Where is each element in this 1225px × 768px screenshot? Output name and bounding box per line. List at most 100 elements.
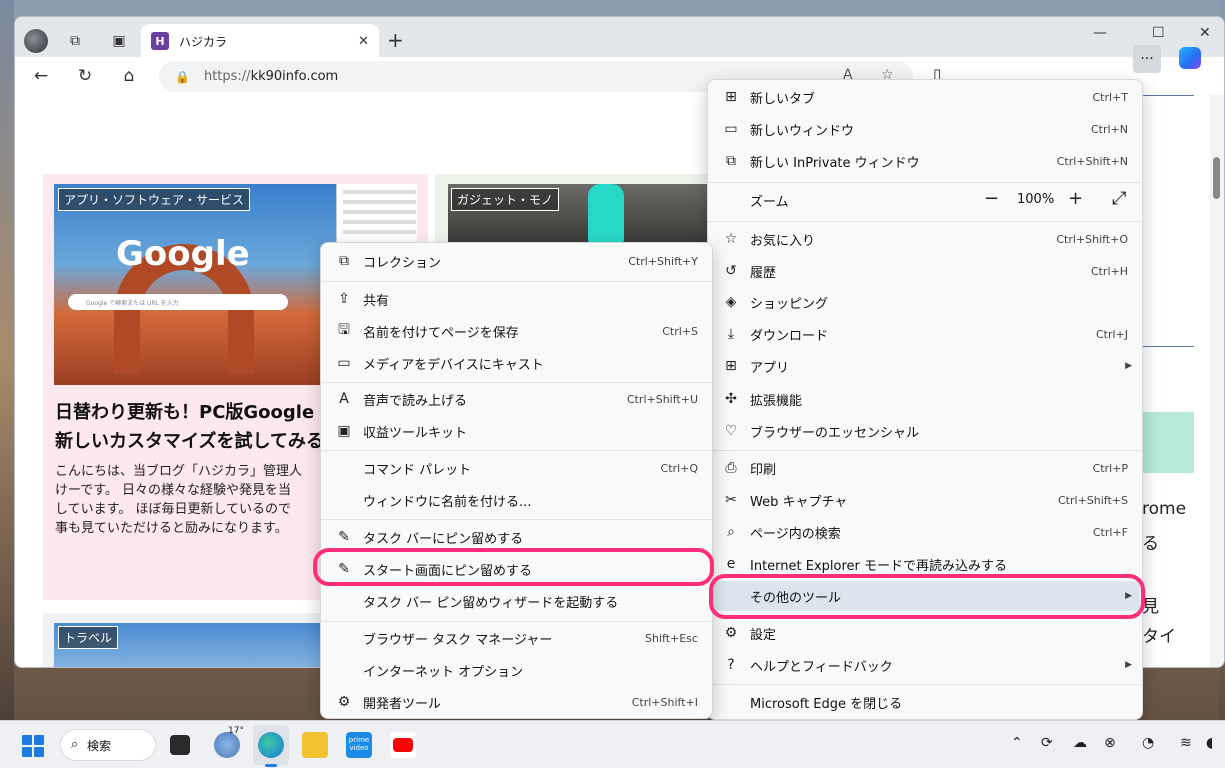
task-view-icon[interactable]	[170, 735, 190, 755]
lock-icon[interactable]: 🔒	[175, 70, 190, 84]
shopping-icon: ◈	[725, 294, 737, 310]
zoom-in-button[interactable]: +	[1068, 188, 1083, 209]
minimize-icon[interactable]: —	[1093, 25, 1107, 41]
close-circle-icon[interactable]: ⊗	[1104, 735, 1116, 751]
submenu-arrow-icon: ▶	[1125, 591, 1132, 601]
menu-item-apps[interactable]: ⊞ アプリ ▶	[708, 351, 1142, 381]
sidebar-green-block[interactable]	[1142, 412, 1194, 473]
fullscreen-icon[interactable]: ⤢	[1112, 188, 1126, 209]
menu-item-more-tools[interactable]: その他のツール ▶	[708, 581, 1142, 611]
submenu-item-collections[interactable]: ⧉ コレクション Ctrl+Shift+Y	[321, 246, 712, 276]
tab-title: ハジカラ	[179, 34, 228, 49]
sidebar-panel	[1142, 95, 1194, 347]
new-tab-icon[interactable]: +	[387, 29, 404, 51]
taskbar-search[interactable]: ⌕ 検索	[60, 729, 156, 761]
sidebar-text-2: る	[1142, 534, 1159, 554]
submenu-item-share[interactable]: ⇪ 共有	[321, 284, 712, 314]
maximize-icon[interactable]: ☐	[1152, 25, 1165, 41]
submenu-item-task-manager[interactable]: ブラウザー タスク マネージャー Shift+Esc	[321, 623, 712, 653]
submenu-item-command-palette[interactable]: コマンド パレット Ctrl+Q	[321, 453, 712, 483]
history-icon: ↺	[725, 263, 737, 279]
submenu-item-pin-wizard[interactable]: タスク バー ピン留めウィザードを起動する	[321, 586, 712, 616]
menu-item-print[interactable]: ⎙ 印刷 Ctrl+P	[708, 453, 1142, 483]
settings-and-more-button[interactable]: ···	[1133, 45, 1161, 73]
menu-item-web-capture[interactable]: ✂ Web キャプチャ Ctrl+Shift+S	[708, 485, 1142, 515]
tab-actions-icon[interactable]: ▣	[107, 29, 131, 53]
settings-menu: ⊞ 新しいタブ Ctrl+T ▭ 新しいウィンドウ Ctrl+N ⧉ 新しい InPriv…	[707, 79, 1143, 720]
refresh-icon[interactable]: ↻	[73, 65, 97, 87]
settings-icon: ⚙	[724, 625, 738, 641]
tab-bar: ⧉ ▣ H ハジカラ ✕ + — ☐ ✕	[15, 17, 1224, 58]
article-title-line2[interactable]: 新しいカスタマイズを試してみる	[55, 427, 324, 456]
cast-icon: ▭	[337, 355, 351, 371]
workspaces-icon[interactable]: ⧉	[63, 29, 87, 53]
close-tab-icon[interactable]: ✕	[358, 34, 369, 49]
menu-item-help[interactable]: ? ヘルプとフィードバック ▶	[708, 650, 1142, 680]
submenu-arrow-icon: ▶	[1125, 361, 1132, 371]
favorites-icon: ☆	[724, 231, 738, 247]
new-window-icon: ▭	[724, 121, 738, 137]
sidebar-text-4: タイ	[1142, 627, 1176, 647]
help-icon: ?	[727, 657, 735, 673]
menu-item-close-edge[interactable]: Microsoft Edge を閉じる	[708, 687, 1142, 717]
tab-hajikara[interactable]: H ハジカラ ✕	[141, 24, 379, 58]
desktop-wallpaper-left	[0, 0, 14, 720]
article-excerpt-3: しています。 ほぼ毎日更新しているので	[55, 502, 292, 517]
menu-item-new-window[interactable]: ▭ 新しいウィンドウ Ctrl+N	[708, 114, 1142, 144]
new-tab-icon: ⊞	[725, 89, 737, 105]
menu-item-find[interactable]: ⌕ ページ内の検索 Ctrl+F	[708, 517, 1142, 547]
back-icon[interactable]: ←	[29, 65, 53, 87]
wifi-icon[interactable]: ≋	[1180, 735, 1192, 751]
category-badge[interactable]: ガジェット・モノ	[451, 188, 560, 211]
monetization-icon: ▣	[337, 423, 351, 439]
menu-item-settings[interactable]: ⚙ 設定	[708, 618, 1142, 648]
menu-item-new-tab[interactable]: ⊞ 新しいタブ Ctrl+T	[708, 82, 1142, 112]
category-badge[interactable]: トラベル	[58, 626, 119, 649]
home-icon[interactable]: ⌂	[117, 65, 141, 87]
submenu-item-monetization[interactable]: ▣ 収益ツールキット	[321, 416, 712, 446]
cloud-icon[interactable]: ☁	[1073, 735, 1087, 751]
start-button[interactable]	[22, 735, 44, 757]
youtube-icon[interactable]	[390, 732, 416, 758]
submenu-item-pin-taskbar[interactable]: ✎ タスク バーにピン留めする	[321, 522, 712, 552]
google-search-box: Google で検索または URL を入力	[68, 294, 288, 310]
menu-item-extensions[interactable]: ✣ 拡張機能	[708, 384, 1142, 414]
scrollbar-thumb[interactable]	[1213, 157, 1220, 199]
submenu-item-internet-options[interactable]: インターネット オプション	[321, 655, 712, 685]
prime-video-icon[interactable]: prime video	[346, 732, 372, 758]
menu-item-favorites[interactable]: ☆ お気に入り Ctrl+Shift+O	[708, 224, 1142, 254]
download-icon: ⤓	[727, 326, 735, 342]
article-title-line1[interactable]: 日替わり更新も！PC版Google C	[55, 398, 334, 427]
web-capture-icon: ✂	[725, 492, 737, 508]
file-explorer-icon[interactable]	[302, 732, 328, 758]
article-excerpt-2: けーです。 日々の様々な経験や発見を当	[55, 483, 292, 498]
url-text: https://kk90info.com	[203, 69, 339, 84]
close-window-icon[interactable]: ✕	[1199, 25, 1211, 41]
pin-icon: ✎	[338, 529, 350, 545]
profile-avatar[interactable]	[24, 29, 48, 53]
tray-overflow-icon[interactable]: ⌃	[1011, 735, 1023, 751]
submenu-item-read-aloud[interactable]: A 音声で読み上げる Ctrl+Shift+U	[321, 384, 712, 414]
print-icon: ⎙	[725, 460, 737, 476]
menu-item-shopping[interactable]: ◈ ショッピング	[708, 287, 1142, 317]
collections-icon: ⧉	[339, 253, 349, 269]
submenu-item-pin-start[interactable]: ✎ スタート画面にピン留めする	[321, 554, 712, 584]
menu-item-inprivate[interactable]: ⧉ 新しい InPrivate ウィンドウ Ctrl+Shift+N	[708, 146, 1142, 176]
edge-icon[interactable]	[258, 732, 284, 758]
menu-item-browser-essentials[interactable]: ♡ ブラウザーのエッセンシャル	[708, 416, 1142, 446]
dev-tools-icon: ⚙	[337, 694, 351, 710]
menu-item-downloads[interactable]: ⤓ ダウンロード Ctrl+J	[708, 319, 1142, 349]
volume-icon[interactable]: ◖	[1206, 735, 1213, 751]
copilot-icon[interactable]	[1179, 47, 1201, 69]
submenu-item-save-page[interactable]: 🖫 名前を付けてページを保存 Ctrl+S	[321, 316, 712, 346]
submenu-item-cast[interactable]: ▭ メディアをデバイスにキャスト	[321, 348, 712, 378]
sync-icon[interactable]: ⟳	[1041, 735, 1053, 751]
focus-icon[interactable]: ◔	[1142, 735, 1154, 751]
menu-item-history[interactable]: ↺ 履歴 Ctrl+H	[708, 256, 1142, 286]
more-tools-submenu: ⧉ コレクション Ctrl+Shift+Y ⇪ 共有 🖫 名前を付けてページを保存 Ctr…	[320, 242, 713, 719]
submenu-item-name-window[interactable]: ウィンドウに名前を付ける...	[321, 485, 712, 515]
category-badge[interactable]: アプリ・ソフトウェア・サービス	[58, 188, 251, 211]
submenu-item-dev-tools[interactable]: ⚙ 開発者ツール Ctrl+Shift+I	[321, 687, 712, 717]
zoom-out-button[interactable]: −	[984, 188, 999, 209]
menu-item-ie-mode[interactable]: e Internet Explorer モードで再読み込みする	[708, 549, 1142, 579]
